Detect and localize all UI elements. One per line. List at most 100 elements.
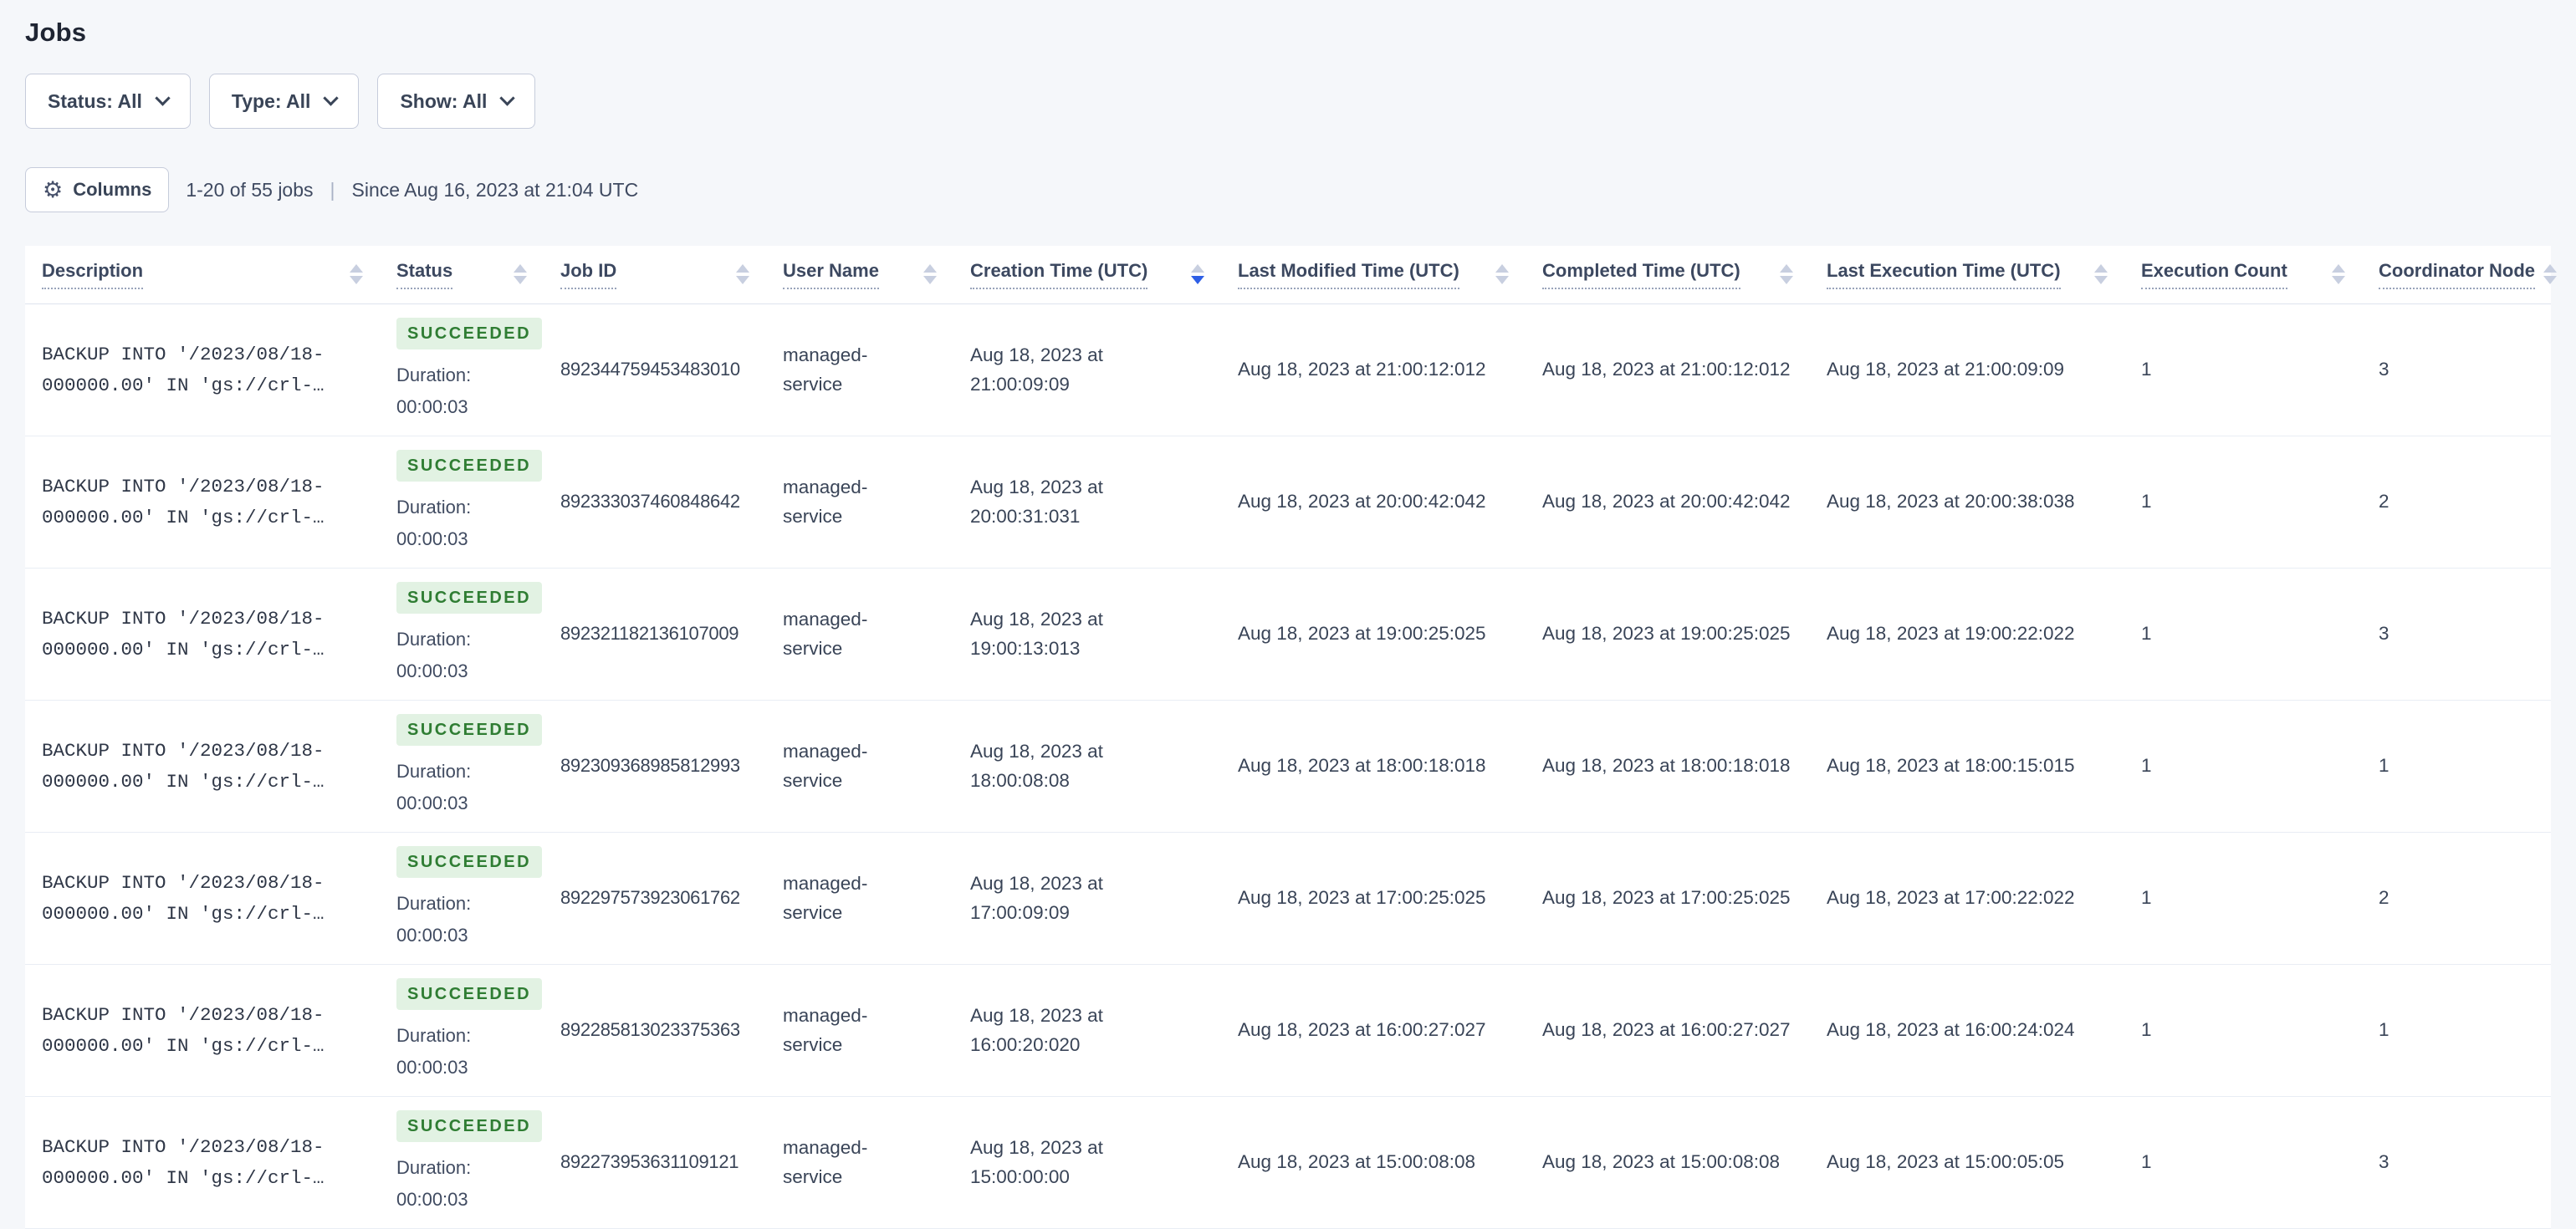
job-id-cell: 892344759453483010 [560,359,740,380]
description-cell[interactable]: BACKUP INTO '/2023/08/18- 000000.00' IN … [25,604,380,665]
column-header[interactable]: User Name [766,260,953,290]
job-id-cell: 892273953631109121 [560,1151,739,1173]
sort-arrows-icon [2323,264,2345,285]
sort-caret-up-icon [514,264,527,273]
column-header[interactable]: Completed Time (UTC) [1526,260,1810,290]
filter-dropdown[interactable]: Show: All [377,74,536,129]
sort-caret-down-icon [2543,276,2557,285]
completed-time-cell: Aug 18, 2023 at 18:00:18:018 [1542,755,1791,777]
filter-dropdown-label: Status: All [48,89,142,112]
description-cell[interactable]: BACKUP INTO '/2023/08/18- 000000.00' IN … [25,736,380,797]
coordinator-node-cell: 3 [2379,359,2389,380]
user-name-cell: managed- service [783,476,868,527]
status-badge: SUCCEEDED [396,714,543,747]
duration-label: Duration: [396,497,472,518]
filter-dropdown[interactable]: Status: All [25,74,191,129]
column-header-label: Job ID [560,260,617,290]
page-title: Jobs [25,18,87,47]
sort-caret-down-icon [2094,276,2108,285]
column-header[interactable]: Last Modified Time (UTC) [1221,260,1526,290]
user-name-cell: managed- service [783,1004,868,1055]
column-header-label: Completed Time (UTC) [1542,260,1740,290]
execution-count-cell: 1 [2141,887,2152,909]
status-cell: SUCCEEDED Duration: 00:00:03 [380,978,544,1083]
status-cell: SUCCEEDED Duration: 00:00:03 [380,582,544,686]
job-id-cell: 892309368985812993 [560,755,740,777]
sort-caret-up-icon [2332,264,2345,273]
column-header[interactable]: Coordinator Node [2362,260,2557,290]
column-header[interactable]: Job ID [544,260,766,290]
sort-caret-down-icon [1780,276,1793,285]
completed-time-cell: Aug 18, 2023 at 21:00:12:012 [1542,359,1791,380]
filter-dropdown-label: Type: All [231,89,311,112]
description-cell[interactable]: BACKUP INTO '/2023/08/18- 000000.00' IN … [25,472,380,533]
sort-arrows-icon [341,264,363,285]
execution-count-cell: 1 [2141,359,2152,380]
status-badge: SUCCEEDED [396,978,543,1011]
creation-time-cell: Aug 18, 2023 at 16:00:20:020 [970,1004,1103,1055]
last-modified-time-cell: Aug 18, 2023 at 16:00:27:027 [1238,1019,1486,1041]
sort-caret-up-icon [1780,264,1793,273]
column-header-label: Execution Count [2141,260,2287,290]
job-id-cell: 892285813023375363 [560,1019,740,1041]
since-timestamp: Since Aug 16, 2023 at 21:04 UTC [351,178,639,201]
sort-arrows-icon [505,264,527,285]
column-header[interactable]: Execution Count [2124,260,2362,290]
column-header-label: Coordinator Node [2379,260,2535,290]
description-cell[interactable]: BACKUP INTO '/2023/08/18- 000000.00' IN … [25,1000,380,1061]
column-header[interactable]: Creation Time (UTC) [953,260,1221,290]
duration-value: 00:00:03 [396,924,468,946]
last-execution-time-cell: Aug 18, 2023 at 15:00:05:05 [1827,1151,2064,1173]
table-row: BACKUP INTO '/2023/08/18- 000000.00' IN … [25,304,2551,436]
sort-caret-down-icon [1191,276,1204,285]
status-cell: SUCCEEDED Duration: 00:00:03 [380,450,544,554]
sort-arrows-icon [2535,264,2557,285]
creation-time-cell: Aug 18, 2023 at 21:00:09:09 [970,344,1103,395]
description-cell[interactable]: BACKUP INTO '/2023/08/18- 000000.00' IN … [25,868,380,929]
gear-icon: ⚙ [43,176,64,203]
sort-caret-up-icon [350,264,363,273]
columns-button[interactable]: ⚙ Columns [25,167,170,212]
coordinator-node-cell: 1 [2379,755,2389,777]
jobs-table: Description Status Job ID User Name Crea… [25,246,2557,1229]
user-name-cell: managed- service [783,740,868,791]
description-cell[interactable]: BACKUP INTO '/2023/08/18- 000000.00' IN … [25,339,380,400]
column-header[interactable]: Last Execution Time (UTC) [1810,260,2124,290]
last-execution-time-cell: Aug 18, 2023 at 16:00:24:024 [1827,1019,2075,1041]
last-execution-time-cell: Aug 18, 2023 at 20:00:38:038 [1827,491,2075,513]
sort-caret-up-icon [1191,264,1204,273]
sort-arrows-icon [2086,264,2108,285]
sort-caret-down-icon [2332,276,2345,285]
status-badge: SUCCEEDED [396,846,543,879]
sort-caret-up-icon [923,264,937,273]
column-header-label: Last Modified Time (UTC) [1238,260,1459,290]
jobs-page: Jobs Status: All Type: All Show: All ⚙ C… [0,0,2576,1229]
last-execution-time-cell: Aug 18, 2023 at 17:00:22:022 [1827,887,2075,909]
status-cell: SUCCEEDED Duration: 00:00:03 [380,846,544,951]
column-header[interactable]: Status [380,260,544,290]
sort-caret-down-icon [514,276,527,285]
sort-caret-up-icon [2094,264,2108,273]
execution-count-cell: 1 [2141,1151,2152,1173]
sort-caret-down-icon [923,276,937,285]
completed-time-cell: Aug 18, 2023 at 17:00:25:025 [1542,887,1791,909]
duration-label: Duration: [396,1025,472,1047]
sort-arrows-icon [1771,264,1793,285]
status-cell: SUCCEEDED Duration: 00:00:03 [380,714,544,818]
job-id-cell: 892333037460848642 [560,491,740,513]
duration-label: Duration: [396,1157,472,1179]
sort-caret-up-icon [1495,264,1509,273]
execution-count-cell: 1 [2141,755,2152,777]
filter-dropdown[interactable]: Type: All [208,74,360,129]
table-row: BACKUP INTO '/2023/08/18- 000000.00' IN … [25,1097,2551,1229]
status-badge: SUCCEEDED [396,1110,543,1143]
duration-value: 00:00:03 [396,660,468,681]
last-execution-time-cell: Aug 18, 2023 at 19:00:22:022 [1827,623,2075,645]
column-header[interactable]: Description [25,260,380,290]
description-cell[interactable]: BACKUP INTO '/2023/08/18- 000000.00' IN … [25,1132,380,1193]
column-header-label: User Name [783,260,879,290]
duration-value: 00:00:03 [396,528,468,549]
sort-caret-down-icon [350,276,363,285]
duration-label: Duration: [396,629,472,650]
job-id-cell: 892297573923061762 [560,887,740,909]
